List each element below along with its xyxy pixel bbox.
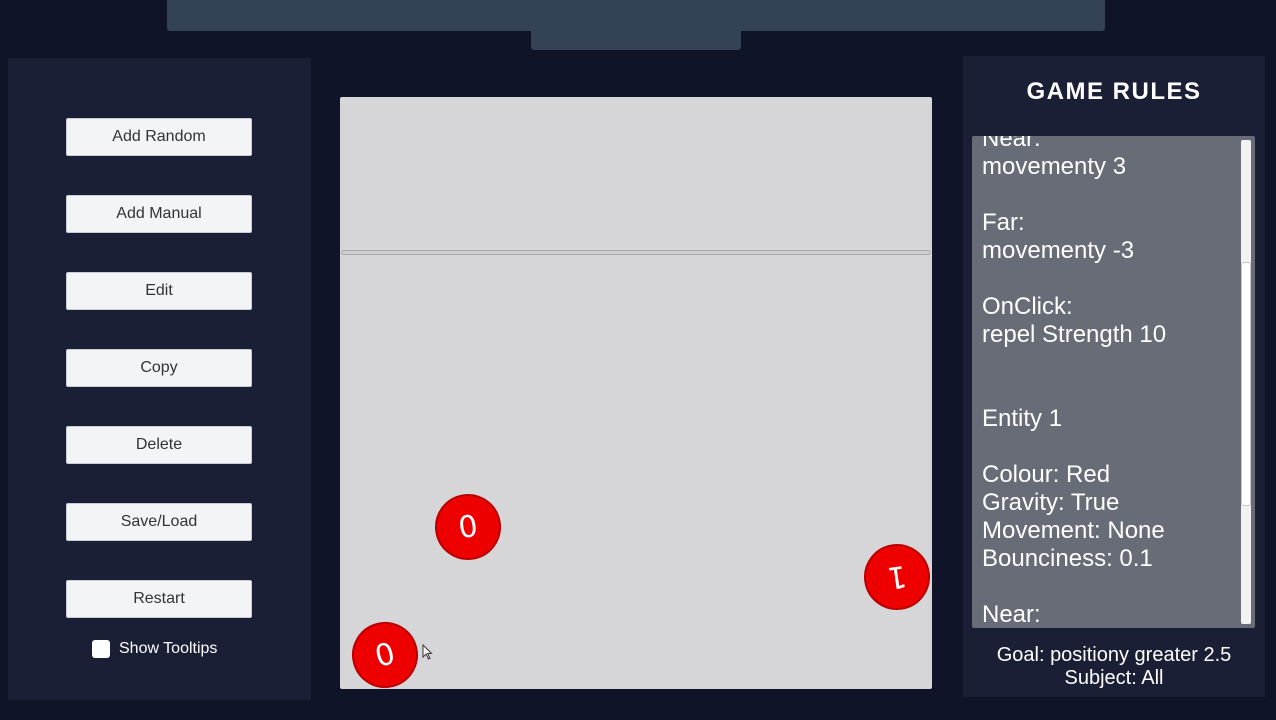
mouse-cursor-icon [422,644,433,660]
restart-button[interactable]: Restart [66,580,252,618]
top-bar [167,0,1105,31]
entity-ball[interactable]: 0 [344,614,426,689]
rules-scrollbar-thumb[interactable] [1241,262,1251,506]
entity-label: 1 [885,558,909,596]
entity-label: 0 [456,508,480,546]
rules-text: Near: movementy 3 Far: movementy -3 OnCl… [982,136,1167,628]
edit-button[interactable]: Edit [66,272,252,310]
arena-platform [341,250,931,255]
save-load-button[interactable]: Save/Load [66,503,252,541]
tools-panel: Add Random Add Manual Edit Copy Delete S… [8,58,311,700]
entity-label: 0 [371,635,399,675]
add-manual-button[interactable]: Add Manual [66,195,252,233]
show-tooltips-toggle[interactable]: Show Tooltips [92,640,217,658]
game-arena[interactable]: 0 1 0 [340,97,932,689]
rules-scroll-view[interactable]: Near: movementy 3 Far: movementy -3 OnCl… [972,136,1255,628]
entity-ball[interactable]: 1 [859,539,932,615]
copy-button[interactable]: Copy [66,349,252,387]
goal-info: Goal: positiony greater 2.5 Subject: All [963,644,1265,690]
rules-panel: GAME RULES Near: movementy 3 Far: moveme… [963,56,1265,697]
add-random-button[interactable]: Add Random [66,118,252,156]
rules-title: GAME RULES [1026,78,1202,105]
entity-ball[interactable]: 0 [430,489,506,565]
subject-text: Subject: All [1064,667,1164,689]
delete-button[interactable]: Delete [66,426,252,464]
show-tooltips-checkbox[interactable] [92,640,110,658]
show-tooltips-label: Show Tooltips [119,640,218,657]
rules-scrollbar[interactable] [1241,140,1251,624]
goal-text: Goal: positiony greater 2.5 [996,644,1232,666]
top-tab[interactable] [531,31,741,50]
